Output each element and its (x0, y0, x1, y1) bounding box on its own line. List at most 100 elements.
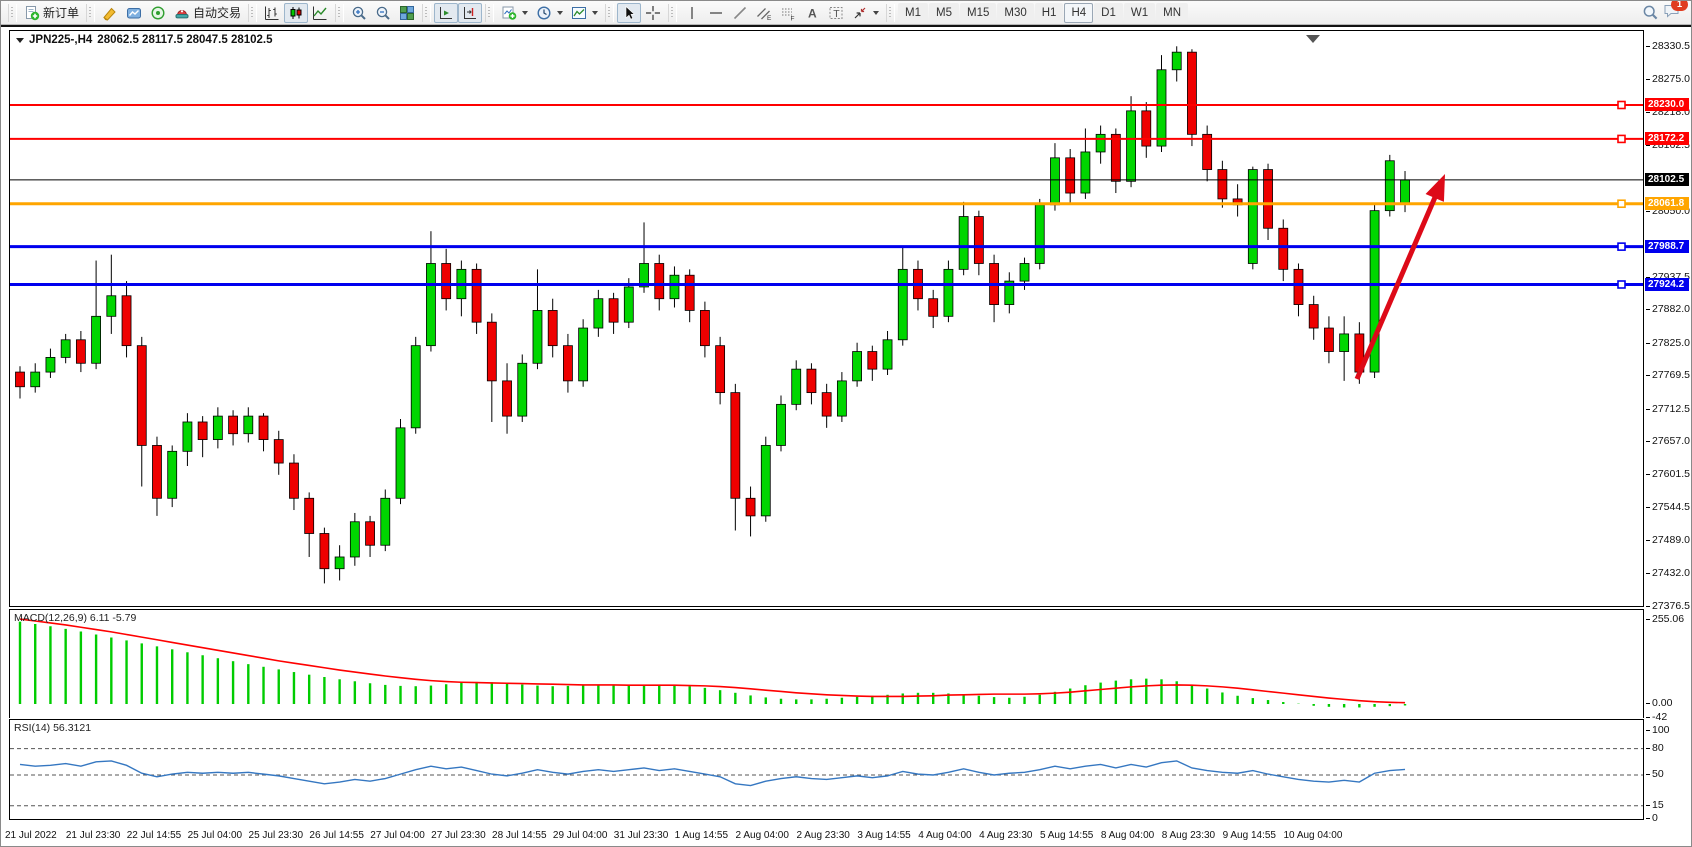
line-chart-icon (312, 5, 328, 21)
new-order-button[interactable]: 新订单 (20, 3, 83, 23)
time-label: 4 Aug 04:00 (918, 830, 971, 841)
templates-button[interactable] (567, 3, 602, 23)
auto-trading-button[interactable]: 自动交易 (170, 3, 245, 23)
price-axis[interactable]: 28330.528275.028218.028162.528050.027937… (1645, 25, 1692, 847)
level-line-handle[interactable] (1618, 101, 1625, 108)
time-label: 1 Aug 14:55 (675, 830, 728, 841)
time-label: 27 Jul 04:00 (370, 830, 425, 841)
level-line-handle[interactable] (1618, 200, 1625, 207)
macd-signal-line (20, 619, 1405, 703)
timeframe-button-M5[interactable]: M5 (929, 3, 959, 23)
level-line-handle[interactable] (1618, 135, 1625, 142)
auto-trading-label: 自动交易 (193, 4, 241, 21)
fibonacci-tool-button[interactable]: F (776, 3, 800, 23)
indicators-button[interactable] (497, 3, 532, 23)
horizontal-line-tool-button[interactable] (704, 3, 728, 23)
rsi-pane[interactable]: RSI(14) 56.3121 (9, 719, 1644, 820)
chart-shift-marker-icon[interactable] (1306, 35, 1320, 43)
time-axis[interactable]: 21 Jul 202221 Jul 23:3022 Jul 14:5525 Ju… (9, 821, 1644, 847)
timeframe-button-M15[interactable]: M15 (960, 3, 996, 23)
price-tick: 255.06 (1652, 613, 1684, 625)
price-tick: 27544.5 (1652, 501, 1690, 513)
tile-windows-button[interactable] (395, 3, 419, 23)
charts-window-button[interactable] (122, 3, 146, 23)
search-button[interactable] (1638, 3, 1663, 23)
arrows-tool-button[interactable] (848, 3, 883, 23)
cursor-button[interactable] (617, 3, 641, 23)
zoom-out-icon (375, 5, 391, 21)
chart-shift-button[interactable] (458, 3, 482, 23)
vertical-line-tool-button[interactable] (680, 3, 704, 23)
toolbar-separator (248, 4, 257, 22)
timeframe-button-D1[interactable]: D1 (1094, 3, 1123, 23)
text-tool-button[interactable]: A (800, 3, 824, 23)
timeframe-button-W1[interactable]: W1 (1124, 3, 1155, 23)
auto-scroll-button[interactable] (434, 3, 458, 23)
candlestick-mode-button[interactable] (284, 3, 308, 23)
timeframe-button-H1[interactable]: H1 (1035, 3, 1064, 23)
new-order-label: 新订单 (43, 4, 79, 21)
time-label: 27 Jul 23:30 (431, 830, 486, 841)
profiles-button[interactable] (98, 3, 122, 23)
periods-button[interactable] (532, 3, 567, 23)
channel-tool-button[interactable]: E (752, 3, 776, 23)
price-badge: 27988.7 (1645, 240, 1689, 253)
trendline-tool-button[interactable] (728, 3, 752, 23)
svg-text:E: E (767, 15, 772, 21)
price-tick: 28330.5 (1652, 40, 1690, 52)
template-icon (571, 5, 587, 21)
toolbar-separator (335, 4, 344, 22)
price-tick: 27825.0 (1652, 337, 1690, 349)
bar-chart-mode-button[interactable] (260, 3, 284, 23)
tile-windows-icon (399, 5, 415, 21)
dropdown-caret-icon (873, 11, 879, 15)
clock-icon (536, 5, 552, 21)
macd-plot[interactable] (10, 610, 1643, 718)
line-chart-mode-button[interactable] (308, 3, 332, 23)
candlestick-plot[interactable] (10, 31, 1643, 606)
main-chart-pane[interactable]: JPN225-,H4 28062.5 28117.5 28047.5 28102… (9, 30, 1644, 607)
toolbar-separator (86, 4, 95, 22)
time-label: 29 Jul 04:00 (553, 830, 608, 841)
price-tick: 27432.0 (1652, 567, 1690, 579)
chart-region: JPN225-,H4 28062.5 28117.5 28047.5 28102… (1, 25, 1692, 847)
level-line-handle[interactable] (1618, 243, 1625, 250)
cursor-icon (621, 5, 637, 21)
toolbar-separator (8, 4, 17, 22)
timeframe-button-M1[interactable]: M1 (898, 3, 928, 23)
text-label-icon: T (828, 5, 844, 21)
price-badge: 28102.5 (1645, 173, 1689, 186)
time-label: 25 Jul 04:00 (188, 830, 243, 841)
zoom-out-button[interactable] (371, 3, 395, 23)
zoom-in-button[interactable] (347, 3, 371, 23)
price-tick: 28275.0 (1652, 73, 1690, 85)
time-label: 5 Aug 14:55 (1040, 830, 1093, 841)
crayon-icon (102, 5, 118, 21)
timeframe-button-M30[interactable]: M30 (997, 3, 1033, 23)
time-label: 31 Jul 23:30 (614, 830, 669, 841)
text-label-tool-button[interactable]: T (824, 3, 848, 23)
timeframe-button-MN[interactable]: MN (1156, 3, 1188, 23)
signals-button[interactable] (146, 3, 170, 23)
macd-histogram (20, 622, 1405, 708)
chart-dropdown-icon[interactable] (16, 38, 24, 43)
zoom-in-icon (351, 5, 367, 21)
crosshair-button[interactable] (641, 3, 665, 23)
chart-window-icon (126, 5, 142, 21)
timeframe-button-H4[interactable]: H4 (1064, 3, 1093, 23)
rsi-plot[interactable] (10, 720, 1643, 819)
rsi-label: RSI(14) 56.3121 (14, 722, 91, 734)
time-label: 4 Aug 23:30 (979, 830, 1032, 841)
auto-trading-icon (174, 5, 190, 21)
dropdown-caret-icon (592, 11, 598, 15)
toolbar-separator (886, 4, 895, 22)
toolbar-separator (605, 4, 614, 22)
macd-pane[interactable]: MACD(12,26,9) 6.11 -5.79 (9, 609, 1644, 718)
chat-button[interactable]: 1 (1663, 2, 1681, 24)
price-tick: 50 (1652, 768, 1664, 780)
time-label: 28 Jul 14:55 (492, 830, 547, 841)
symbol-period-label: JPN225-,H4 (29, 34, 92, 46)
toolbar-separator (668, 4, 677, 22)
level-line-handle[interactable] (1618, 281, 1625, 288)
arrows-icon (852, 5, 868, 21)
